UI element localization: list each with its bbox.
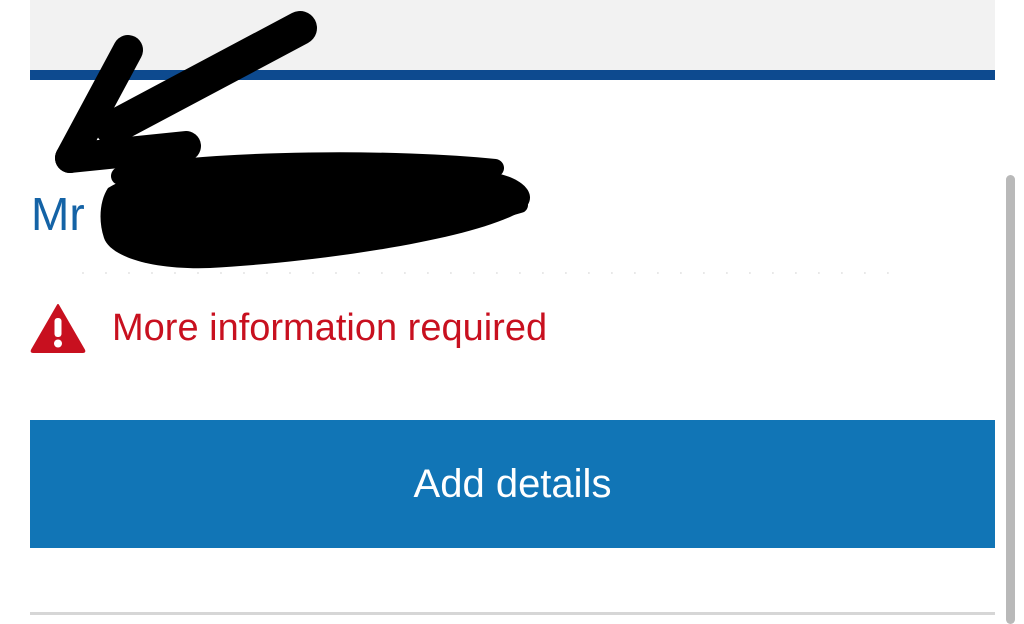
person-name: Mr xyxy=(31,188,85,240)
warning-triangle-icon xyxy=(30,303,86,353)
bottom-divider xyxy=(30,612,995,615)
warning-message: More information required xyxy=(30,300,547,356)
add-details-button[interactable]: Add details xyxy=(30,420,995,548)
page: Mr · · · · · · · · · · · · · · · · · · ·… xyxy=(0,0,1024,624)
warning-text: More information required xyxy=(112,307,548,349)
scrollbar[interactable] xyxy=(1006,175,1015,624)
faint-detail-text: · · · · · · · · · · · · · · · · · · · · … xyxy=(80,262,897,282)
header-rule xyxy=(30,70,995,80)
top-panel xyxy=(30,0,995,70)
